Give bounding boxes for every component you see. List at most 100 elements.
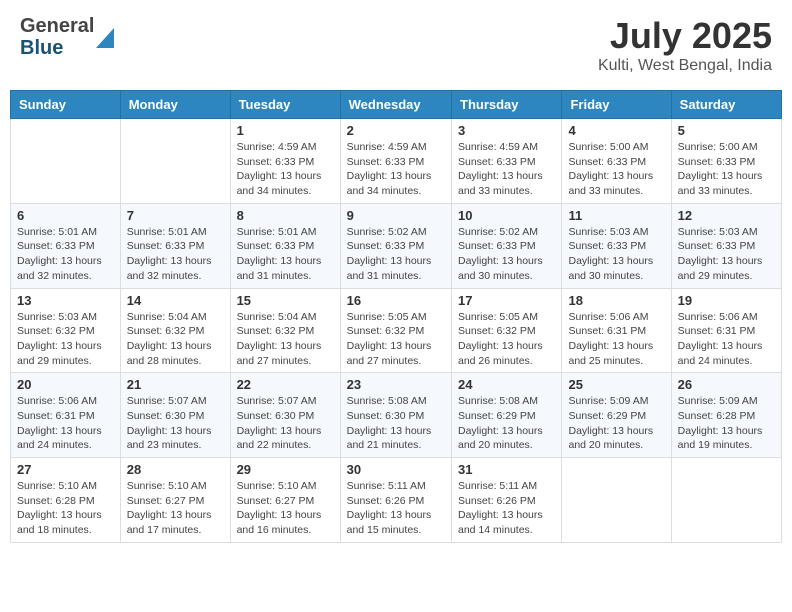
calendar-cell: 21 Sunrise: 5:07 AMSunset: 6:30 PMDayligh… xyxy=(120,373,230,458)
calendar-cell: 10 Sunrise: 5:02 AMSunset: 6:33 PMDayligh… xyxy=(452,203,562,288)
calendar-cell: 6 Sunrise: 5:01 AMSunset: 6:33 PMDaylight… xyxy=(11,203,121,288)
calendar-cell: 9Sunrise: 5:02 AMSunset: 6:33 PMDaylight… xyxy=(340,203,451,288)
week-row-1: 1 Sunrise: 4:59 AMSunset: 6:33 PMDaylight… xyxy=(11,119,782,204)
day-number: 6 xyxy=(17,208,114,223)
day-info: Sunrise: 5:07 AMSunset: 6:30 PMDaylight:… xyxy=(127,394,224,453)
day-number: 3 xyxy=(458,123,555,138)
calendar-cell: 7 Sunrise: 5:01 AMSunset: 6:33 PMDaylight… xyxy=(120,203,230,288)
calendar-cell: 27Sunrise: 5:10 AMSunset: 6:28 PMDayligh… xyxy=(11,458,121,543)
day-number: 31 xyxy=(458,462,555,477)
day-info: Sunrise: 5:04 AMSunset: 6:32 PMDaylight:… xyxy=(237,310,334,369)
day-number: 10 xyxy=(458,208,555,223)
calendar-cell: 8 Sunrise: 5:01 AMSunset: 6:33 PMDaylight… xyxy=(230,203,340,288)
day-info: Sunrise: 5:10 AMSunset: 6:27 PMDaylight:… xyxy=(127,479,224,538)
calendar-cell: 15 Sunrise: 5:04 AMSunset: 6:32 PMDayligh… xyxy=(230,288,340,373)
day-info: Sunrise: 5:03 AMSunset: 6:33 PMDaylight:… xyxy=(678,225,775,284)
calendar-cell: 5Sunrise: 5:00 AMSunset: 6:33 PMDaylight… xyxy=(671,119,781,204)
day-number: 27 xyxy=(17,462,114,477)
day-number: 20 xyxy=(17,377,114,392)
day-info: Sunrise: 5:08 AMSunset: 6:30 PMDaylight:… xyxy=(347,394,445,453)
day-info: Sunrise: 5:03 AMSunset: 6:33 PMDaylight:… xyxy=(568,225,664,284)
day-number: 23 xyxy=(347,377,445,392)
day-info: Sunrise: 5:09 AMSunset: 6:28 PMDaylight:… xyxy=(678,394,775,453)
day-number: 13 xyxy=(17,293,114,308)
page-header: General Blue July 2025 Kulti, West Benga… xyxy=(10,10,782,80)
calendar-cell: 22Sunrise: 5:07 AMSunset: 6:30 PMDayligh… xyxy=(230,373,340,458)
weekday-header-wednesday: Wednesday xyxy=(340,91,451,119)
day-number: 17 xyxy=(458,293,555,308)
day-info: Sunrise: 4:59 AMSunset: 6:33 PMDaylight:… xyxy=(458,140,555,199)
calendar-cell: 1 Sunrise: 4:59 AMSunset: 6:33 PMDaylight… xyxy=(230,119,340,204)
day-number: 4 xyxy=(568,123,664,138)
calendar-cell: 17 Sunrise: 5:05 AMSunset: 6:32 PMDayligh… xyxy=(452,288,562,373)
calendar-cell: 26 Sunrise: 5:09 AMSunset: 6:28 PMDayligh… xyxy=(671,373,781,458)
day-info: Sunrise: 5:00 AMSunset: 6:33 PMDaylight:… xyxy=(678,140,775,199)
day-number: 24 xyxy=(458,377,555,392)
day-info: Sunrise: 4:59 AMSunset: 6:33 PMDaylight:… xyxy=(347,140,445,199)
calendar-table: SundayMondayTuesdayWednesdayThursdayFrid… xyxy=(10,90,782,543)
day-number: 26 xyxy=(678,377,775,392)
calendar-cell: 31Sunrise: 5:11 AMSunset: 6:26 PMDayligh… xyxy=(452,458,562,543)
day-info: Sunrise: 5:01 AMSunset: 6:33 PMDaylight:… xyxy=(127,225,224,284)
day-number: 9 xyxy=(347,208,445,223)
calendar-cell: 4 Sunrise: 5:00 AMSunset: 6:33 PMDaylight… xyxy=(562,119,671,204)
calendar-cell: 11 Sunrise: 5:03 AMSunset: 6:33 PMDayligh… xyxy=(562,203,671,288)
day-info: Sunrise: 5:01 AMSunset: 6:33 PMDaylight:… xyxy=(237,225,334,284)
day-number: 15 xyxy=(237,293,334,308)
day-info: Sunrise: 5:08 AMSunset: 6:29 PMDaylight:… xyxy=(458,394,555,453)
day-number: 14 xyxy=(127,293,224,308)
day-number: 21 xyxy=(127,377,224,392)
calendar-cell: 24 Sunrise: 5:08 AMSunset: 6:29 PMDayligh… xyxy=(452,373,562,458)
day-info: Sunrise: 5:03 AMSunset: 6:32 PMDaylight:… xyxy=(17,310,114,369)
day-number: 18 xyxy=(568,293,664,308)
logo-general: General xyxy=(20,15,94,37)
calendar-cell xyxy=(671,458,781,543)
calendar-cell: 18 Sunrise: 5:06 AMSunset: 6:31 PMDayligh… xyxy=(562,288,671,373)
calendar-cell: 23 Sunrise: 5:08 AMSunset: 6:30 PMDayligh… xyxy=(340,373,451,458)
weekday-header-thursday: Thursday xyxy=(452,91,562,119)
calendar-cell xyxy=(120,119,230,204)
calendar-cell: 14 Sunrise: 5:04 AMSunset: 6:32 PMDayligh… xyxy=(120,288,230,373)
day-info: Sunrise: 5:05 AMSunset: 6:32 PMDaylight:… xyxy=(347,310,445,369)
day-number: 1 xyxy=(237,123,334,138)
location: Kulti, West Bengal, India xyxy=(598,57,772,75)
month-title: July 2025 xyxy=(598,15,772,57)
day-info: Sunrise: 5:11 AMSunset: 6:26 PMDaylight:… xyxy=(347,479,445,538)
day-info: Sunrise: 5:06 AMSunset: 6:31 PMDaylight:… xyxy=(17,394,114,453)
day-info: Sunrise: 5:04 AMSunset: 6:32 PMDaylight:… xyxy=(127,310,224,369)
day-info: Sunrise: 5:02 AMSunset: 6:33 PMDaylight:… xyxy=(458,225,555,284)
logo: General Blue xyxy=(20,15,114,59)
week-row-5: 27Sunrise: 5:10 AMSunset: 6:28 PMDayligh… xyxy=(11,458,782,543)
day-number: 25 xyxy=(568,377,664,392)
title-section: July 2025 Kulti, West Bengal, India xyxy=(598,15,772,75)
calendar-cell: 28 Sunrise: 5:10 AMSunset: 6:27 PMDayligh… xyxy=(120,458,230,543)
day-number: 29 xyxy=(237,462,334,477)
calendar-cell: 3 Sunrise: 4:59 AMSunset: 6:33 PMDaylight… xyxy=(452,119,562,204)
logo-icon xyxy=(96,26,114,48)
calendar-cell: 20 Sunrise: 5:06 AMSunset: 6:31 PMDayligh… xyxy=(11,373,121,458)
calendar-cell xyxy=(11,119,121,204)
week-row-2: 6 Sunrise: 5:01 AMSunset: 6:33 PMDaylight… xyxy=(11,203,782,288)
day-info: Sunrise: 5:06 AMSunset: 6:31 PMDaylight:… xyxy=(568,310,664,369)
day-number: 28 xyxy=(127,462,224,477)
weekday-header-friday: Friday xyxy=(562,91,671,119)
day-number: 8 xyxy=(237,208,334,223)
day-info: Sunrise: 4:59 AMSunset: 6:33 PMDaylight:… xyxy=(237,140,334,199)
weekday-header-tuesday: Tuesday xyxy=(230,91,340,119)
calendar-cell: 13 Sunrise: 5:03 AMSunset: 6:32 PMDayligh… xyxy=(11,288,121,373)
calendar-cell: 25Sunrise: 5:09 AMSunset: 6:29 PMDayligh… xyxy=(562,373,671,458)
day-number: 2 xyxy=(347,123,445,138)
day-number: 12 xyxy=(678,208,775,223)
day-info: Sunrise: 5:05 AMSunset: 6:32 PMDaylight:… xyxy=(458,310,555,369)
day-number: 7 xyxy=(127,208,224,223)
day-info: Sunrise: 5:01 AMSunset: 6:33 PMDaylight:… xyxy=(17,225,114,284)
calendar-cell xyxy=(562,458,671,543)
day-number: 22 xyxy=(237,377,334,392)
week-row-3: 13 Sunrise: 5:03 AMSunset: 6:32 PMDayligh… xyxy=(11,288,782,373)
day-info: Sunrise: 5:06 AMSunset: 6:31 PMDaylight:… xyxy=(678,310,775,369)
calendar-cell: 12 Sunrise: 5:03 AMSunset: 6:33 PMDayligh… xyxy=(671,203,781,288)
day-info: Sunrise: 5:00 AMSunset: 6:33 PMDaylight:… xyxy=(568,140,664,199)
weekday-header-row: SundayMondayTuesdayWednesdayThursdayFrid… xyxy=(11,91,782,119)
day-number: 11 xyxy=(568,208,664,223)
calendar-cell: 30Sunrise: 5:11 AMSunset: 6:26 PMDayligh… xyxy=(340,458,451,543)
